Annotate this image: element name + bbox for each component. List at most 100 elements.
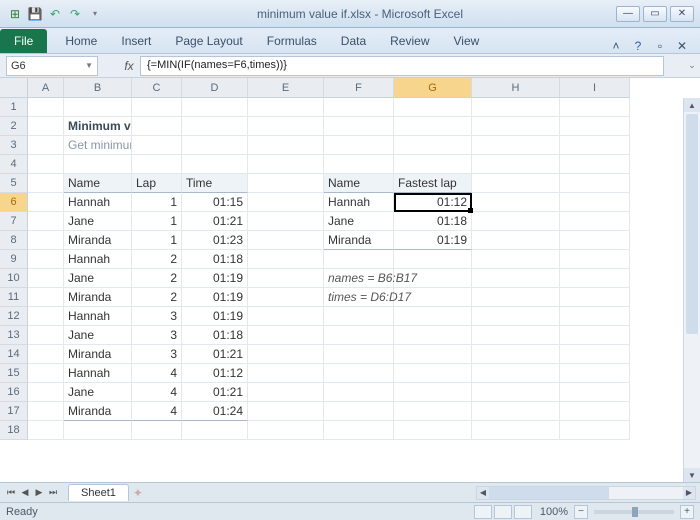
- minimize-button[interactable]: ―: [616, 6, 640, 22]
- cell-D[interactable]: 01:19: [182, 269, 248, 288]
- cell-B[interactable]: [64, 98, 132, 117]
- cell-C[interactable]: 4: [132, 364, 182, 383]
- horizontal-scrollbar[interactable]: ◀ ▶: [476, 486, 696, 500]
- cell-A[interactable]: [28, 250, 64, 269]
- cell-G[interactable]: [394, 345, 472, 364]
- cell-E[interactable]: [248, 212, 324, 231]
- cell-A[interactable]: [28, 307, 64, 326]
- cell-G[interactable]: [394, 421, 472, 440]
- row-header[interactable]: 11: [0, 288, 28, 307]
- row-header[interactable]: 5: [0, 174, 28, 193]
- cell-F[interactable]: [324, 307, 394, 326]
- cell-E[interactable]: [248, 364, 324, 383]
- cell-I[interactable]: [560, 136, 630, 155]
- cell-C[interactable]: 1: [132, 231, 182, 250]
- cell-H[interactable]: [472, 326, 560, 345]
- help-icon[interactable]: ?: [630, 39, 646, 53]
- sheet-nav-prev-icon[interactable]: ◀: [18, 487, 32, 498]
- col-header-a[interactable]: A: [28, 78, 64, 98]
- cell-E[interactable]: [248, 155, 324, 174]
- cell-G[interactable]: [394, 250, 472, 269]
- cell-E[interactable]: [248, 174, 324, 193]
- cell-E[interactable]: [248, 383, 324, 402]
- cell-H[interactable]: [472, 364, 560, 383]
- cell-F[interactable]: times = D6:D17: [324, 288, 394, 307]
- cell-H[interactable]: [472, 421, 560, 440]
- scroll-right-icon[interactable]: ▶: [683, 487, 695, 499]
- cell-G[interactable]: [394, 155, 472, 174]
- cell-E[interactable]: [248, 193, 324, 212]
- cell-I[interactable]: [560, 98, 630, 117]
- cell-C[interactable]: [132, 155, 182, 174]
- cell-C[interactable]: [132, 421, 182, 440]
- cell-B[interactable]: [64, 421, 132, 440]
- cell-I[interactable]: [560, 383, 630, 402]
- cell-A[interactable]: [28, 364, 64, 383]
- cell-G[interactable]: [394, 383, 472, 402]
- zoom-out-button[interactable]: −: [574, 505, 588, 519]
- cell-G[interactable]: [394, 402, 472, 421]
- name-box-dropdown-icon[interactable]: ▼: [85, 61, 93, 70]
- close-workbook-icon[interactable]: ✕: [674, 39, 690, 53]
- cell-E[interactable]: [248, 345, 324, 364]
- cell-I[interactable]: [560, 155, 630, 174]
- cell-H[interactable]: [472, 288, 560, 307]
- cell-C[interactable]: 2: [132, 288, 182, 307]
- cell-A[interactable]: [28, 269, 64, 288]
- cell-G[interactable]: [394, 98, 472, 117]
- col-header-h[interactable]: H: [472, 78, 560, 98]
- cell-H[interactable]: [472, 155, 560, 174]
- cell-C[interactable]: [132, 98, 182, 117]
- row-header[interactable]: 16: [0, 383, 28, 402]
- cell-B[interactable]: Hannah: [64, 364, 132, 383]
- cell-D[interactable]: 01:19: [182, 307, 248, 326]
- vertical-scrollbar[interactable]: ▲ ▼: [683, 98, 700, 482]
- row-header[interactable]: 15: [0, 364, 28, 383]
- cell-H[interactable]: [472, 345, 560, 364]
- sheet-nav-last-icon[interactable]: ⏭: [46, 487, 60, 498]
- row-header[interactable]: 4: [0, 155, 28, 174]
- col-header-c[interactable]: C: [132, 78, 182, 98]
- cell-I[interactable]: [560, 174, 630, 193]
- row-header[interactable]: 1: [0, 98, 28, 117]
- row-header[interactable]: 6: [0, 193, 28, 212]
- cell-D[interactable]: 01:18: [182, 326, 248, 345]
- cell-G[interactable]: 01:19: [394, 231, 472, 250]
- qat-dropdown-icon[interactable]: ▾: [86, 5, 104, 23]
- cell-I[interactable]: [560, 307, 630, 326]
- save-icon[interactable]: 💾: [26, 5, 44, 23]
- cell-E[interactable]: [248, 402, 324, 421]
- cell-E[interactable]: [248, 117, 324, 136]
- cell-D[interactable]: Time: [182, 174, 248, 193]
- cell-F[interactable]: [324, 117, 394, 136]
- insert-sheet-icon[interactable]: ✦: [133, 486, 143, 500]
- cell-A[interactable]: [28, 117, 64, 136]
- tab-data[interactable]: Data: [329, 29, 378, 53]
- cell-C[interactable]: Lap: [132, 174, 182, 193]
- row-header[interactable]: 17: [0, 402, 28, 421]
- cell-F[interactable]: [324, 345, 394, 364]
- cell-F[interactable]: names = B6:B17: [324, 269, 394, 288]
- cell-G[interactable]: [394, 288, 472, 307]
- cell-B[interactable]: Jane: [64, 212, 132, 231]
- cell-C[interactable]: 1: [132, 193, 182, 212]
- cell-F[interactable]: Name: [324, 174, 394, 193]
- scroll-up-icon[interactable]: ▲: [684, 98, 700, 112]
- cell-B[interactable]: Minimum value if: [64, 117, 132, 136]
- cell-C[interactable]: 3: [132, 326, 182, 345]
- cell-H[interactable]: [472, 269, 560, 288]
- cell-E[interactable]: [248, 250, 324, 269]
- undo-icon[interactable]: ↶: [46, 5, 64, 23]
- row-header[interactable]: 14: [0, 345, 28, 364]
- row-header[interactable]: 18: [0, 421, 28, 440]
- restore-window-icon[interactable]: ▫: [652, 39, 668, 53]
- cell-A[interactable]: [28, 383, 64, 402]
- cell-E[interactable]: [248, 231, 324, 250]
- cell-F[interactable]: [324, 326, 394, 345]
- cell-G[interactable]: [394, 307, 472, 326]
- cell-A[interactable]: [28, 174, 64, 193]
- cell-A[interactable]: [28, 136, 64, 155]
- cell-I[interactable]: [560, 364, 630, 383]
- tab-home[interactable]: Home: [53, 29, 109, 53]
- col-header-g[interactable]: G: [394, 78, 472, 98]
